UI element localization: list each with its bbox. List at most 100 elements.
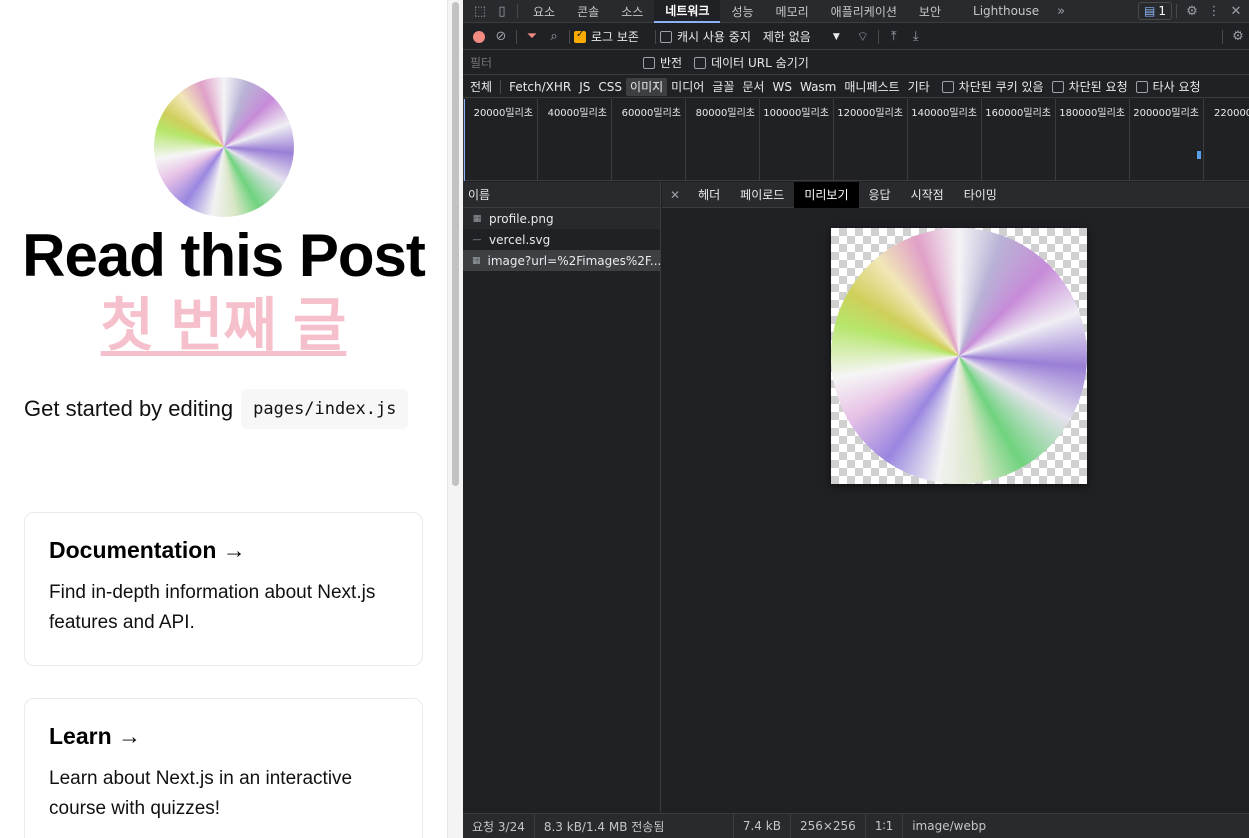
request-row[interactable]: ▦ profile.png: [463, 208, 660, 229]
clear-icon[interactable]: ⊘: [490, 26, 512, 48]
type-other[interactable]: 기타: [904, 78, 934, 96]
timeline-tick: 20000밀리초: [463, 99, 537, 181]
blocked-requests-checkbox[interactable]: 차단된 요청: [1051, 78, 1128, 95]
type-manifest[interactable]: 매니페스트: [840, 78, 903, 96]
network-overview-timeline[interactable]: 20000밀리초 40000밀리초 60000밀리초 80000밀리초 1000…: [463, 99, 1249, 181]
type-doc[interactable]: 문서: [738, 78, 768, 96]
checkbox[interactable]: [941, 80, 954, 93]
get-started: Get started by editing pages/index.js: [24, 387, 409, 431]
timeline-tick: 40000밀리초: [537, 99, 611, 181]
type-ws[interactable]: WS: [768, 78, 795, 96]
transferred-size: 8.3 kB/1.4 MB 전송됨: [535, 813, 734, 838]
type-js[interactable]: JS: [575, 78, 594, 96]
tab-elements[interactable]: 요소: [522, 0, 566, 23]
device-toolbar-icon[interactable]: ▯: [491, 0, 513, 22]
issues-badge[interactable]: ▤ 1: [1138, 2, 1172, 20]
timeline-tick: 160000밀리초: [981, 99, 1055, 181]
inspect-element-icon[interactable]: ⬚: [469, 0, 491, 22]
close-detail-icon[interactable]: ✕: [662, 182, 688, 208]
timeline-tick: 200000밀리초: [1129, 99, 1203, 181]
checkbox[interactable]: [694, 56, 707, 69]
checkbox[interactable]: [643, 56, 655, 69]
mime-type: image/webp: [912, 819, 987, 833]
webpage: Read this Post 첫 번째 글 Get started by edi…: [0, 0, 447, 838]
card-description: Learn about Next.js in an interactive co…: [49, 768, 353, 819]
image-file-icon: ▦: [472, 213, 482, 224]
import-har-icon[interactable]: ⤒: [883, 26, 905, 48]
tab-timing[interactable]: 타이밍: [954, 182, 1007, 208]
dropdown-arrow-icon: ▼: [832, 31, 840, 42]
more-tabs-icon[interactable]: »: [1050, 0, 1072, 22]
third-party-checkbox[interactable]: 타사 요청: [1135, 78, 1201, 95]
learn-card[interactable]: Learn → Learn about Next.js in an intera…: [24, 698, 423, 838]
close-icon[interactable]: ✕: [1225, 0, 1247, 22]
request-row-selected[interactable]: ▦ image?url=%2Fimages%2F...: [463, 250, 660, 271]
tab-application[interactable]: 애플리케이션: [820, 0, 908, 23]
filter-input[interactable]: [467, 53, 637, 72]
request-list: 이름 ▦ profile.png — vercel.svg ▦ image?ur…: [463, 182, 661, 812]
image-preview: [831, 228, 1087, 484]
tab-headers[interactable]: 헤더: [688, 182, 730, 208]
type-wasm[interactable]: Wasm: [796, 78, 840, 96]
timeline-tick: 120000밀리초: [833, 99, 907, 181]
export-har-icon[interactable]: ⤓: [905, 26, 927, 48]
tab-lighthouse[interactable]: Lighthouse: [962, 0, 1050, 23]
checkbox-checked[interactable]: [574, 29, 586, 43]
disable-cache-checkbox[interactable]: 캐시 사용 중지: [659, 28, 751, 45]
resource-type-filters: 전체 Fetch/XHR JS CSS 이미지 미디어 글꼴 문서 WS Was…: [463, 76, 1249, 98]
request-row[interactable]: — vercel.svg: [463, 229, 660, 250]
tab-memory[interactable]: 메모리: [765, 0, 820, 23]
type-media[interactable]: 미디어: [667, 78, 708, 96]
preserve-log-label: 로그 보존: [591, 30, 639, 44]
preserve-log-checkbox[interactable]: 로그 보존: [574, 28, 639, 45]
preview-image: [831, 228, 1087, 484]
page-title: Read this Post: [22, 222, 426, 289]
scrollbar-thumb[interactable]: [452, 2, 459, 486]
checkbox[interactable]: [659, 30, 672, 43]
blocked-cookies-checkbox[interactable]: 차단된 쿠키 있음: [941, 78, 1044, 95]
divider: [500, 79, 502, 94]
timeline-request-bar: [1197, 151, 1201, 159]
tab-preview[interactable]: 미리보기: [794, 181, 859, 208]
network-toolbar: ⊘ ⏷ ⌕ 로그 보존 캐시 사용 중지 제한 없음 ▼ ⌔ ⤒ ⤓ ⚙: [463, 24, 1249, 50]
divider: [1222, 29, 1223, 44]
post-link[interactable]: 첫 번째 글: [0, 290, 447, 362]
filter-funnel-icon[interactable]: ⏷: [521, 26, 543, 48]
page-scrollbar[interactable]: [447, 0, 463, 838]
tab-performance[interactable]: 성능: [720, 0, 764, 23]
record-icon[interactable]: [473, 30, 485, 43]
tab-security[interactable]: 보안: [908, 0, 952, 23]
network-conditions-icon[interactable]: ⌔: [852, 26, 874, 48]
type-all[interactable]: 전체: [466, 78, 496, 96]
search-icon[interactable]: ⌕: [543, 26, 565, 48]
documentation-card[interactable]: Documentation → Find in-depth informatio…: [24, 512, 423, 666]
timeline-tick: 60000밀리초: [611, 99, 685, 181]
resource-size: 7.4 kB: [734, 813, 791, 838]
divider: [516, 29, 517, 44]
svg-file-icon: —: [472, 234, 482, 245]
checkbox[interactable]: [1135, 80, 1148, 93]
invert-checkbox[interactable]: 반전: [643, 54, 682, 71]
tab-console[interactable]: 콘솔: [566, 0, 610, 23]
image-file-icon: ▦: [472, 255, 481, 266]
get-started-text: Get started by editing: [24, 396, 234, 421]
tab-payload[interactable]: 페이로드: [730, 182, 794, 208]
invert-label: 반전: [660, 56, 683, 70]
settings-gear-icon[interactable]: ⚙: [1181, 0, 1203, 22]
hide-data-urls-checkbox[interactable]: 데이터 URL 숨기기: [694, 54, 809, 71]
more-options-icon[interactable]: ⋮: [1203, 0, 1225, 22]
type-font[interactable]: 글꼴: [708, 78, 738, 96]
network-settings-icon[interactable]: ⚙: [1227, 26, 1249, 48]
throttle-select[interactable]: 제한 없음 ▼: [763, 28, 840, 45]
type-css[interactable]: CSS: [594, 78, 626, 96]
name-column-header[interactable]: 이름: [463, 182, 660, 208]
type-img[interactable]: 이미지: [626, 77, 668, 96]
divider: [569, 29, 570, 44]
tab-sources[interactable]: 소스: [610, 0, 654, 23]
tab-response[interactable]: 응답: [859, 182, 901, 208]
tab-initiator[interactable]: 시작점: [901, 182, 954, 208]
type-fetch-xhr[interactable]: Fetch/XHR: [505, 78, 575, 96]
divider: [877, 29, 879, 44]
tab-network[interactable]: 네트워크: [654, 0, 721, 23]
checkbox[interactable]: [1051, 80, 1064, 93]
